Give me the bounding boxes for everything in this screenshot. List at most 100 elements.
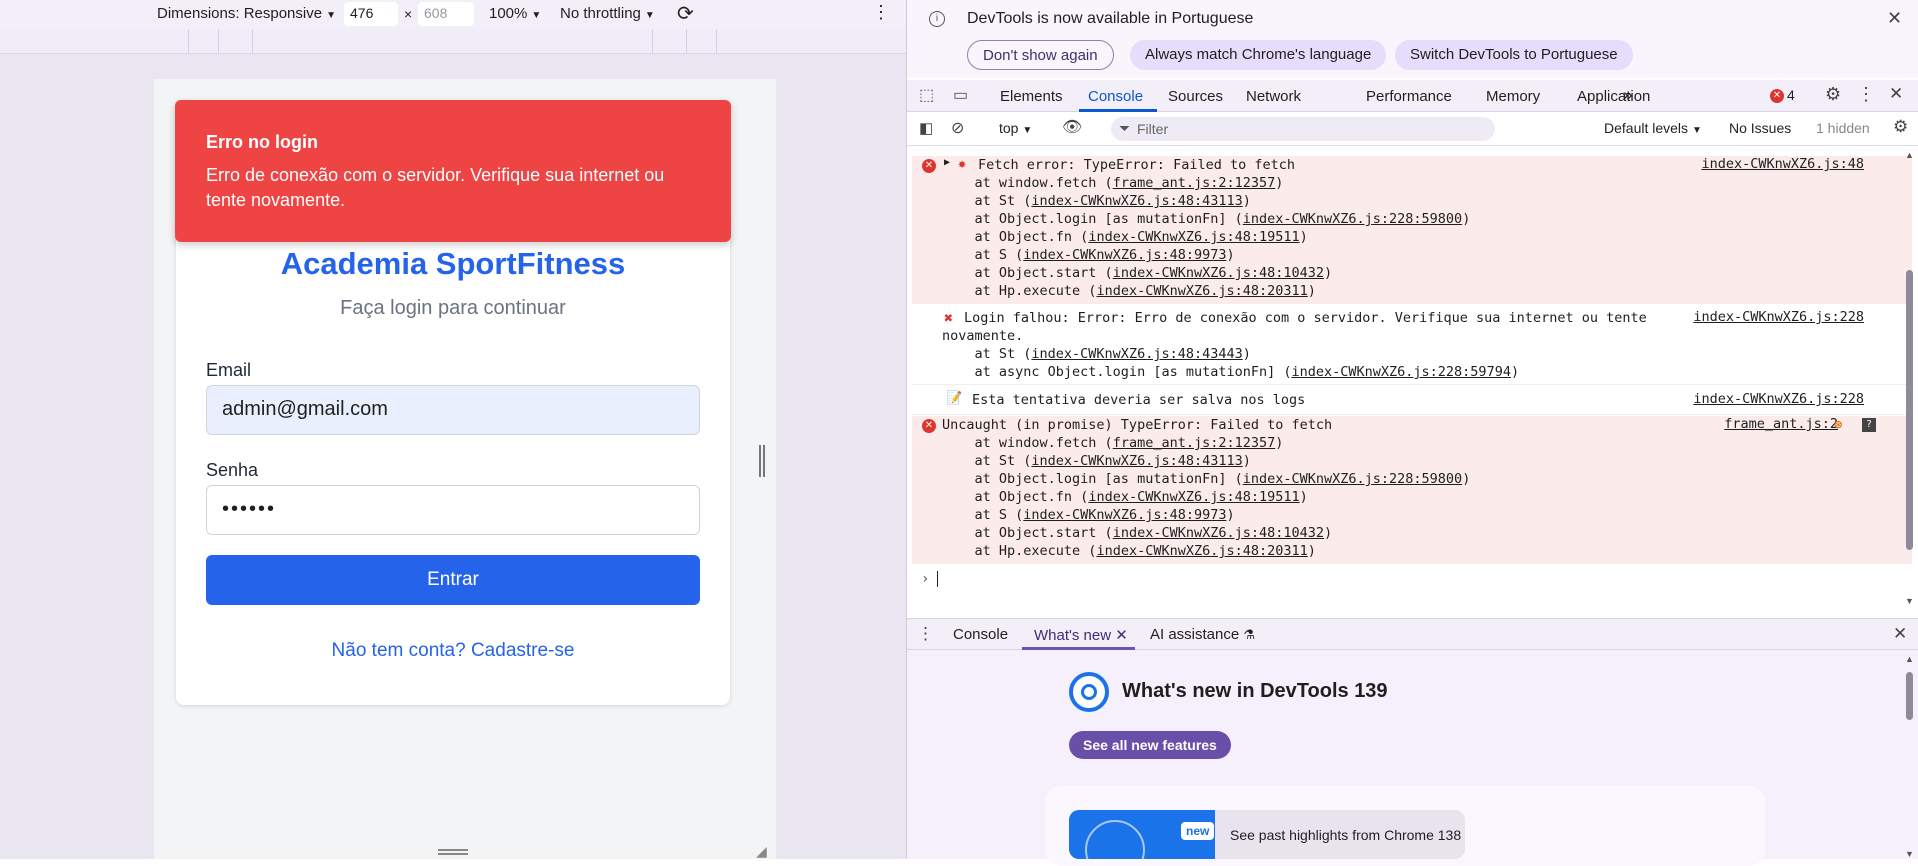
password-label: Senha (206, 460, 259, 480)
console-message: ✖ Login falhou: Error: Erro de conexão c… (912, 309, 1912, 385)
close-drawer-icon[interactable]: ✕ (1893, 624, 1907, 644)
stack-link[interactable]: index-CWKnwXZ6.js:48:20311 (1096, 283, 1307, 299)
source-link[interactable]: frame_ant.js:2 (1724, 416, 1838, 432)
see-all-features-button[interactable]: See all new features (1069, 731, 1231, 759)
log-levels-dropdown[interactable]: Default levels ▼ (1604, 120, 1702, 136)
close-tab-icon[interactable]: ✕ (1115, 627, 1128, 644)
stack-link[interactable]: index-CWKnwXZ6.js:48:43113 (1031, 193, 1242, 209)
console-settings-icon[interactable]: ⚙ (1893, 117, 1908, 137)
resize-handle-right[interactable] (759, 445, 765, 477)
settings-icon[interactable]: ⚙ (1825, 84, 1841, 105)
zoom-dropdown[interactable]: 100% ▼ (489, 5, 541, 22)
source-link[interactable]: index-CWKnwXZ6.js:228 (1693, 391, 1864, 407)
whats-new-scrollbar[interactable]: ▲ ▼ (1903, 654, 1915, 859)
error-count[interactable]: 4 (1787, 87, 1795, 103)
context-label: top (999, 120, 1019, 136)
stack-link[interactable]: frame_ant.js:2:12357 (1113, 175, 1276, 191)
drawer-menu-icon[interactable]: ⋮ (917, 624, 934, 644)
login-button[interactable]: Entrar (206, 555, 700, 605)
past-highlights-item[interactable]: new See past highlights from Chrome 138 (1069, 810, 1465, 859)
sidebar-toggle-icon[interactable]: ◧ (919, 119, 933, 137)
tab-sources[interactable]: Sources (1168, 88, 1223, 105)
banner-text: DevTools is now available in Portuguese (967, 10, 1254, 27)
stack-link[interactable]: index-CWKnwXZ6.js:48:10432 (1113, 265, 1324, 281)
stack-frame: at Object.fn (index-CWKnwXZ6.js:48:19511… (942, 489, 1308, 505)
stack-frame: at S (index-CWKnwXZ6.js:48:9973) (942, 247, 1235, 263)
message-text: Esta tentativa deveria ser salva nos log… (972, 392, 1306, 408)
console-log: ✕ ▶ ✸ Fetch error: TypeError: Failed to … (907, 146, 1912, 616)
more-tabs-icon[interactable]: » (1623, 85, 1632, 105)
tab-elements[interactable]: Elements (1000, 88, 1063, 105)
stack-link[interactable]: index-CWKnwXZ6.js:48:9973 (1023, 507, 1226, 523)
media-query-ruler (0, 29, 906, 54)
error-icon[interactable]: ✕ (1770, 89, 1784, 103)
issues-button[interactable]: No Issues (1729, 120, 1791, 136)
help-icon[interactable]: ? (1862, 418, 1876, 432)
message-text: Uncaught (in promise) TypeError: Failed … (942, 417, 1333, 433)
dimensions-dropdown[interactable]: Dimensions: Responsive ▼ (157, 5, 336, 22)
switch-language-button[interactable]: Switch DevTools to Portuguese (1395, 40, 1633, 70)
console-input[interactable] (937, 571, 938, 587)
resize-corner-icon[interactable]: ◢ (756, 843, 767, 860)
stack-frame: at Hp.execute (index-CWKnwXZ6.js:48:2031… (942, 283, 1316, 299)
more-options-icon[interactable]: ⋮ (872, 2, 890, 23)
stack-link[interactable]: index-CWKnwXZ6.js:48:43113 (1031, 453, 1242, 469)
password-field[interactable]: •••••• (206, 485, 700, 535)
tab-application[interactable]: Application (1577, 88, 1650, 105)
stack-link[interactable]: index-CWKnwXZ6.js:48:43443 (1031, 346, 1242, 362)
height-input[interactable]: 608 (418, 2, 474, 26)
clear-console-icon[interactable]: ⊘ (951, 118, 964, 138)
more-options-icon[interactable]: ⋮ (1857, 84, 1875, 105)
drawer-tab-ai-assistance[interactable]: AI assistance ⚗ (1150, 626, 1255, 643)
console-scrollbar[interactable]: ▲ ▼ (1903, 150, 1915, 610)
email-field[interactable]: admin@gmail.com (206, 385, 700, 435)
stack-link[interactable]: index-CWKnwXZ6.js:48:20311 (1096, 543, 1307, 559)
tab-network[interactable]: Network (1246, 88, 1301, 105)
toast-title: Erro no login (206, 132, 318, 152)
stack-link[interactable]: index-CWKnwXZ6.js:48:9973 (1023, 247, 1226, 263)
tab-console[interactable]: Console (1088, 88, 1143, 105)
stack-frame: at Object.login [as mutationFn] (index-C… (942, 471, 1471, 487)
inspect-element-icon[interactable]: ⬚ (919, 85, 934, 105)
log-levels-label: Default levels (1604, 120, 1689, 136)
stack-link[interactable]: index-CWKnwXZ6.js:48:10432 (1113, 525, 1324, 541)
devtools-panel: i DevTools is now available in Portugues… (906, 0, 1918, 866)
resize-handle-bottom[interactable] (438, 849, 468, 855)
expand-triangle-icon[interactable]: ▶ (944, 157, 950, 168)
app-subtitle: Faça login para continuar (340, 297, 566, 319)
width-input[interactable]: 476 (344, 2, 398, 26)
stack-frame: at St (index-CWKnwXZ6.js:48:43443) (942, 346, 1251, 362)
always-match-language-button[interactable]: Always match Chrome's language (1130, 40, 1387, 70)
chevron-down-icon: ▼ (644, 10, 655, 21)
drawer-tab-console[interactable]: Console (953, 626, 1008, 643)
drawer-tab-whats-new[interactable]: What's new ✕ (1034, 626, 1128, 644)
throttling-dropdown[interactable]: No throttling ▼ (560, 5, 655, 22)
stack-trace: at St (index-CWKnwXZ6.js:48:43443) at as… (942, 345, 1520, 381)
close-devtools-icon[interactable]: ✕ (1889, 84, 1903, 104)
stack-link[interactable]: index-CWKnwXZ6.js:48:19511 (1088, 229, 1299, 245)
message-text: Login falhou: Error: Erro de conexão com… (964, 310, 1647, 326)
times-sign: × (404, 6, 413, 22)
stack-link[interactable]: index-CWKnwXZ6.js:228:59794 (1292, 364, 1511, 380)
source-link[interactable]: index-CWKnwXZ6.js:228 (1693, 309, 1864, 325)
stack-link[interactable]: index-CWKnwXZ6.js:228:59800 (1243, 211, 1462, 227)
dont-show-again-button[interactable]: Don't show again (967, 40, 1114, 70)
eye-icon[interactable]: 👁 (1062, 117, 1082, 137)
stack-link[interactable]: frame_ant.js:2:12357 (1113, 435, 1276, 451)
ai-insights-icon[interactable]: ⊛ (1834, 417, 1842, 433)
hidden-count: 1 hidden (1816, 120, 1870, 136)
context-selector[interactable]: top ▼ (999, 120, 1032, 136)
close-icon[interactable]: ✕ (1887, 8, 1902, 29)
signup-link[interactable]: Não tem conta? Cadastre-se (176, 640, 730, 662)
tab-performance[interactable]: Performance (1366, 88, 1452, 105)
stack-link[interactable]: index-CWKnwXZ6.js:228:59800 (1243, 471, 1462, 487)
stack-link[interactable]: index-CWKnwXZ6.js:48:19511 (1088, 489, 1299, 505)
prompt-chevron-icon: › (921, 571, 930, 587)
tab-memory[interactable]: Memory (1486, 88, 1540, 105)
rotate-icon[interactable]: ⟳ (677, 1, 694, 26)
device-toggle-icon[interactable]: ▭ (953, 85, 968, 105)
source-link[interactable]: index-CWKnwXZ6.js:48 (1701, 156, 1864, 172)
filter-input[interactable]: ⏷ Filter (1111, 117, 1495, 141)
explosion-icon: ✸ (958, 156, 967, 172)
error-icon: ✕ (922, 159, 936, 173)
